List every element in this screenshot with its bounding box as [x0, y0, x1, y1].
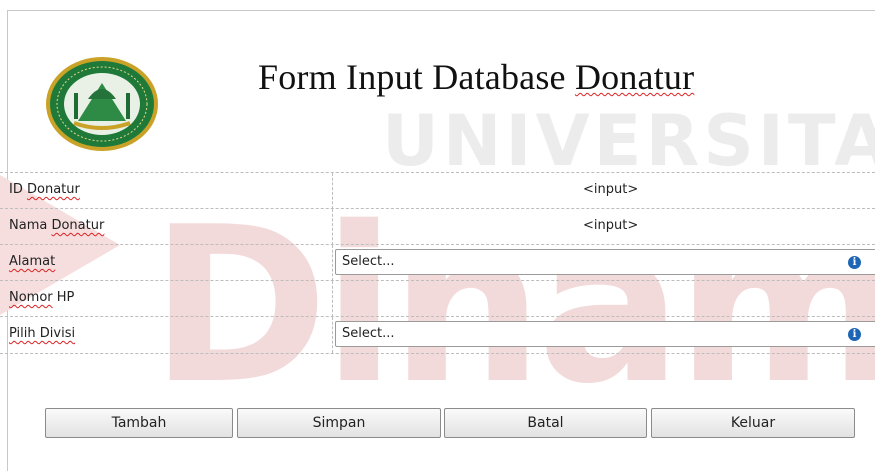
institution-logo: [46, 57, 158, 151]
column-divider: [332, 245, 333, 281]
form-row-pilih-divisi: Pilih Divisi Select... i: [0, 316, 875, 354]
label-id-part: ID: [9, 182, 23, 197]
page-title: Form Input Database Donatur: [258, 56, 694, 98]
label-id-donatur: ID Donatur: [9, 182, 80, 197]
label-alamat: Alamat: [9, 254, 55, 269]
label-nomor-hp: Nomor HP: [9, 290, 74, 305]
column-divider: [332, 281, 333, 317]
label-donatur-part: Donatur: [51, 218, 105, 233]
form-row-nama-donatur: Nama Donatur <input>: [0, 208, 875, 245]
alamat-select[interactable]: Select... i: [335, 249, 875, 275]
form-row-nomor-hp: Nomor HP: [0, 280, 875, 317]
column-divider: [332, 173, 333, 209]
form-row-id-donatur: ID Donatur <input>: [0, 172, 875, 209]
title-text: Form Input Database: [258, 57, 566, 97]
title-word-donatur: Donatur: [574, 57, 695, 97]
divisi-select-value: Select...: [342, 326, 395, 341]
simpan-button[interactable]: Simpan: [237, 408, 441, 438]
divisi-select[interactable]: Select... i: [335, 321, 875, 347]
label-nama-donatur: Nama Donatur: [9, 218, 104, 233]
info-icon[interactable]: i: [848, 328, 861, 341]
column-divider: [332, 317, 333, 353]
column-divider: [332, 209, 333, 245]
label-pilih-divisi-text: Pilih Divisi: [9, 326, 76, 341]
label-nama-part: Nama: [9, 218, 48, 233]
nama-donatur-input[interactable]: <input>: [583, 218, 638, 233]
label-nomor-part: Nomor: [9, 290, 53, 305]
label-alamat-text: Alamat: [9, 254, 56, 269]
label-hp-part: HP: [56, 290, 75, 305]
label-pilih-divisi: Pilih Divisi: [9, 326, 75, 341]
batal-button[interactable]: Batal: [444, 408, 647, 438]
keluar-button[interactable]: Keluar: [651, 408, 855, 438]
tambah-button[interactable]: Tambah: [45, 408, 233, 438]
id-donatur-input[interactable]: <input>: [583, 182, 638, 197]
form-row-alamat: Alamat Select... i: [0, 244, 875, 281]
alamat-select-value: Select...: [342, 254, 395, 269]
info-icon[interactable]: i: [848, 256, 861, 269]
label-donatur-part: Donatur: [27, 182, 80, 197]
